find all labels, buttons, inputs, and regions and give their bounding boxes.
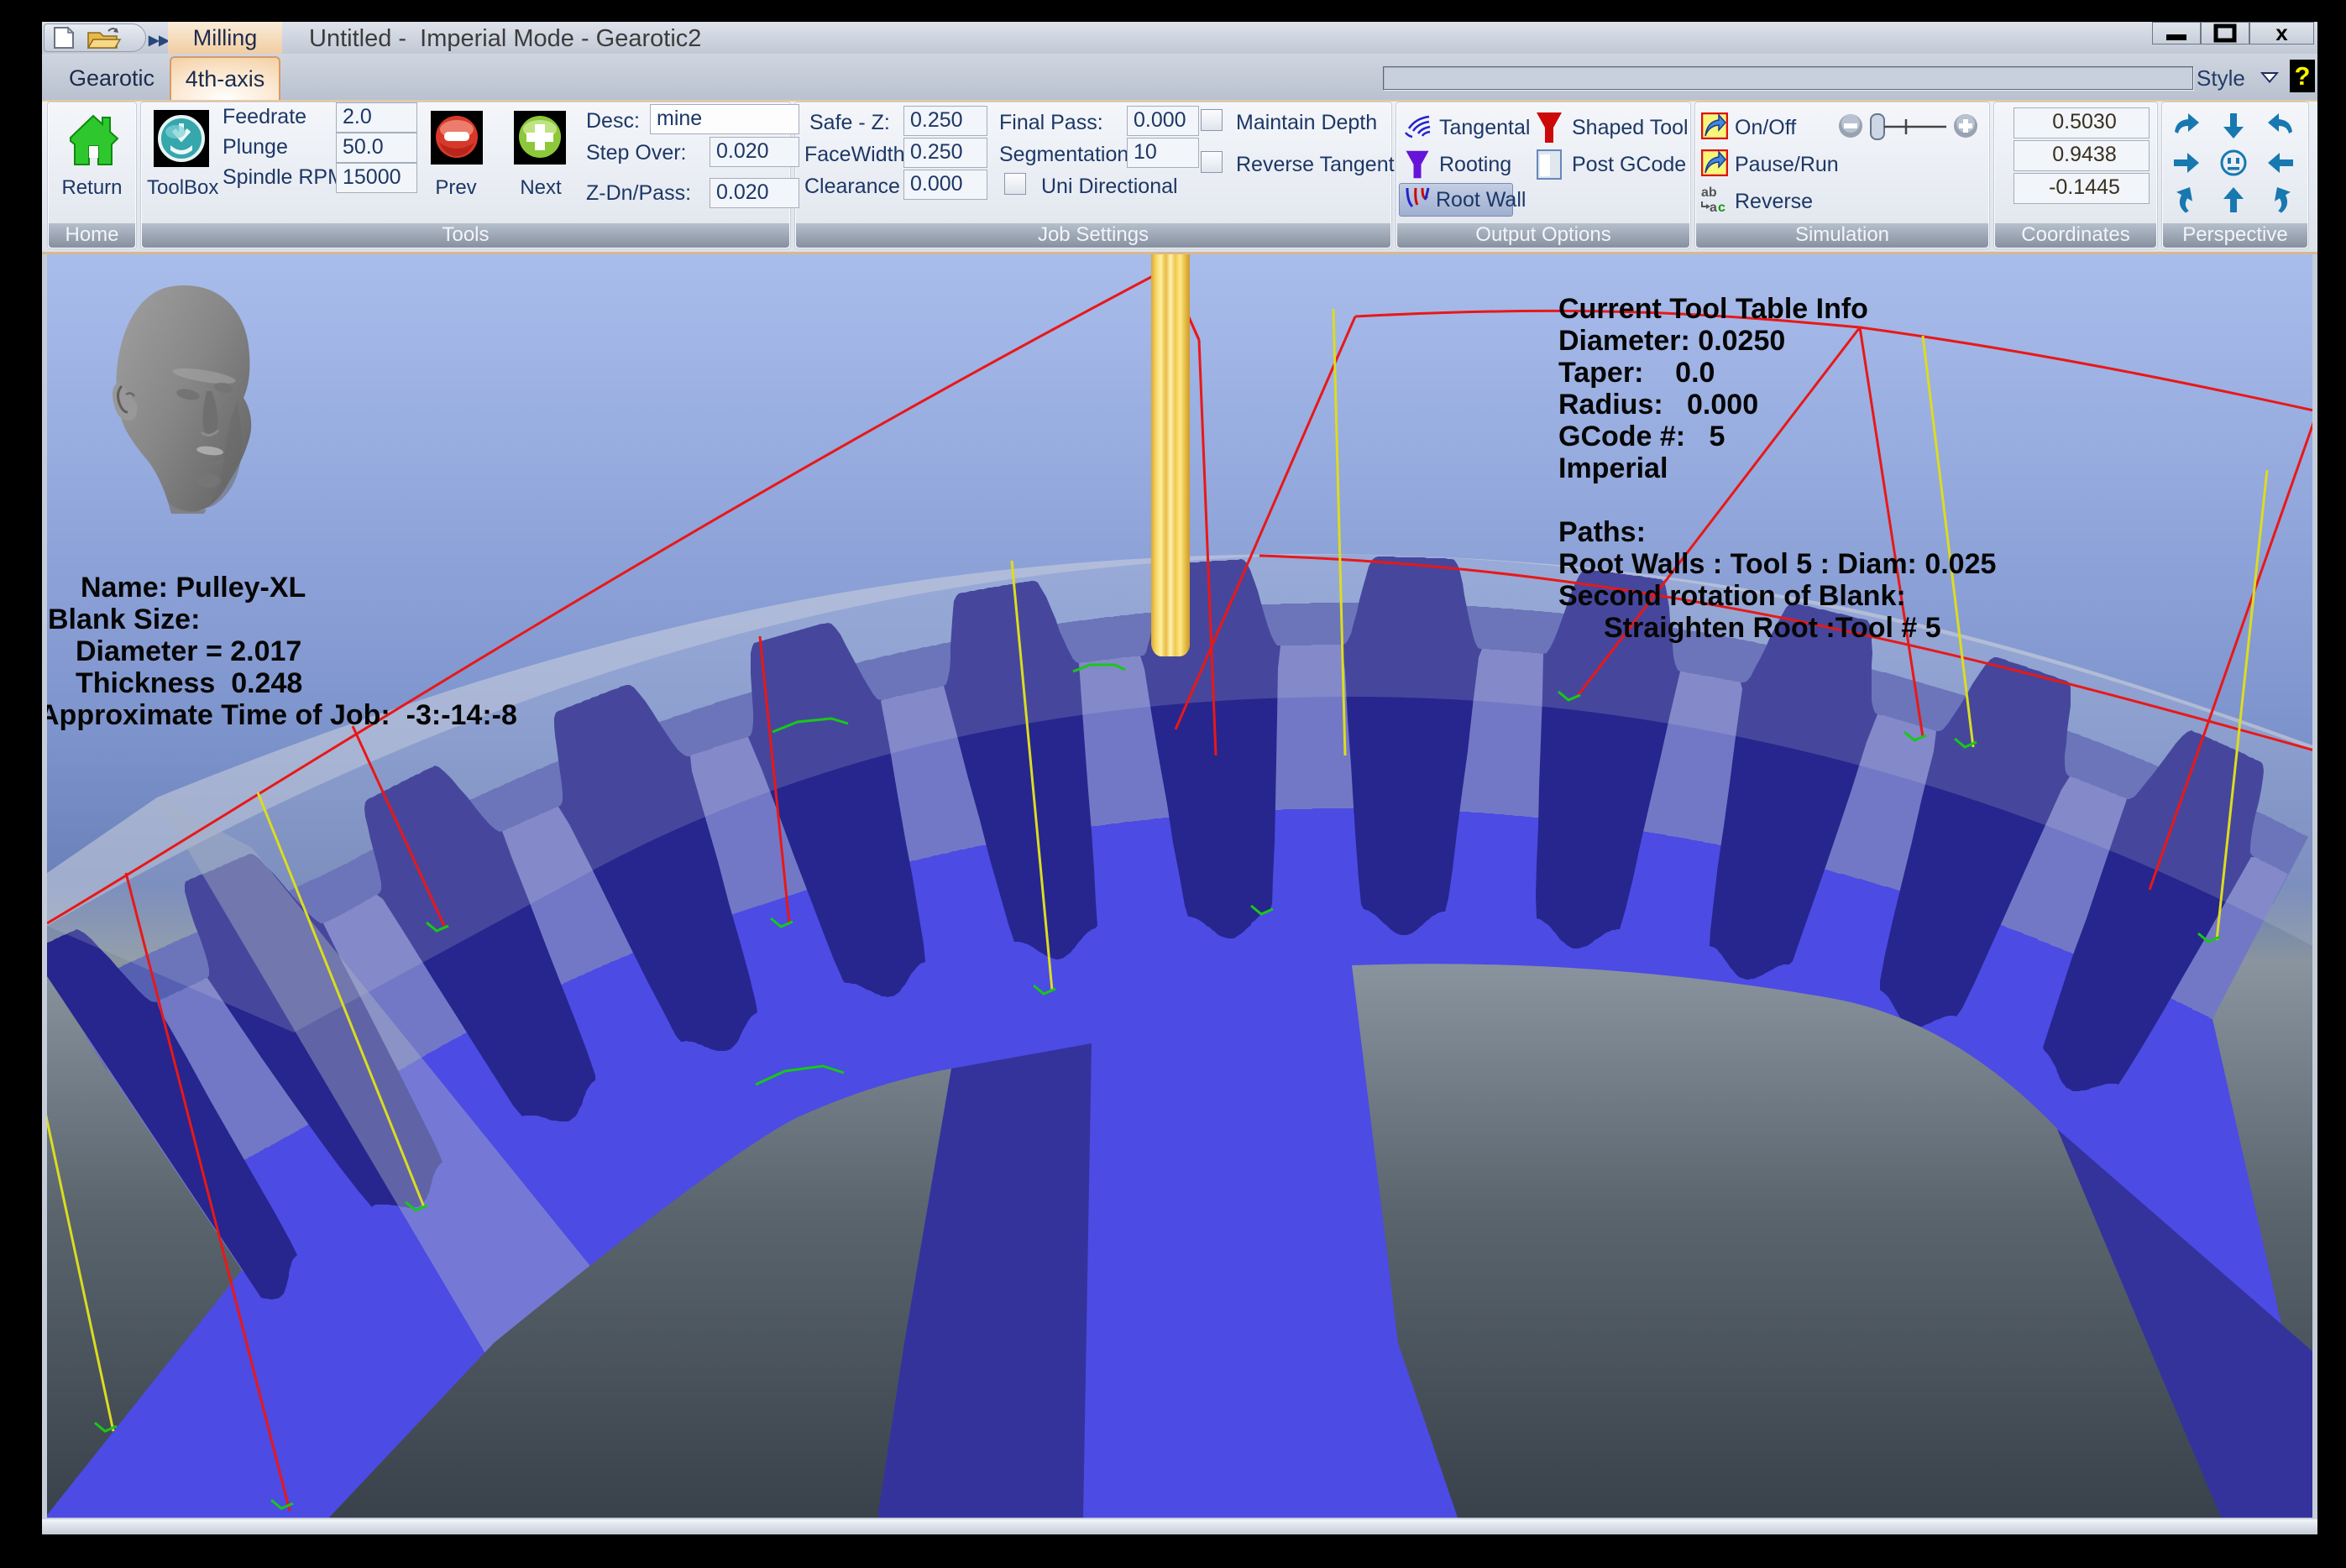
svg-text:Taper: 0.0: Taper: 0.0 — [1558, 357, 1715, 389]
svg-text:Imperial: Imperial — [1558, 452, 1668, 484]
svg-text:Thickness 0.248: Thickness 0.248 — [76, 667, 302, 699]
svg-text:GCode #: 5: GCode #: 5 — [1558, 421, 1725, 452]
svg-text:Approximate Time of Job: -3:-: Approximate Time of Job: -3:-14:-8 — [47, 699, 517, 731]
svg-text:Name: Pulley-XL: Name: Pulley-XL — [81, 572, 306, 604]
svg-text:Diameter: 0.0250: Diameter: 0.0250 — [1558, 325, 1785, 357]
svg-text:Root Walls : Tool 5 : Diam: 0.: Root Walls : Tool 5 : Diam: 0.025 — [1558, 548, 1996, 580]
svg-text:c: c — [1718, 201, 1725, 215]
svg-text:Radius: 0.000: Radius: 0.000 — [1558, 389, 1758, 421]
svg-text:Second rotation of Blank:: Second rotation of Blank: — [1558, 580, 1906, 612]
svg-text:Straighten Root :Tool # 5: Straighten Root :Tool # 5 — [1604, 612, 1941, 644]
svg-text:Blank Size:: Blank Size: — [48, 604, 200, 635]
svg-text:ab: ab — [1701, 186, 1717, 200]
svg-text:Diameter = 2.017: Diameter = 2.017 — [76, 635, 301, 667]
svg-text:Current Tool Table Info: Current Tool Table Info — [1558, 293, 1868, 325]
svg-text:Paths:: Paths: — [1558, 516, 1646, 548]
svg-text:a: a — [1710, 201, 1717, 215]
